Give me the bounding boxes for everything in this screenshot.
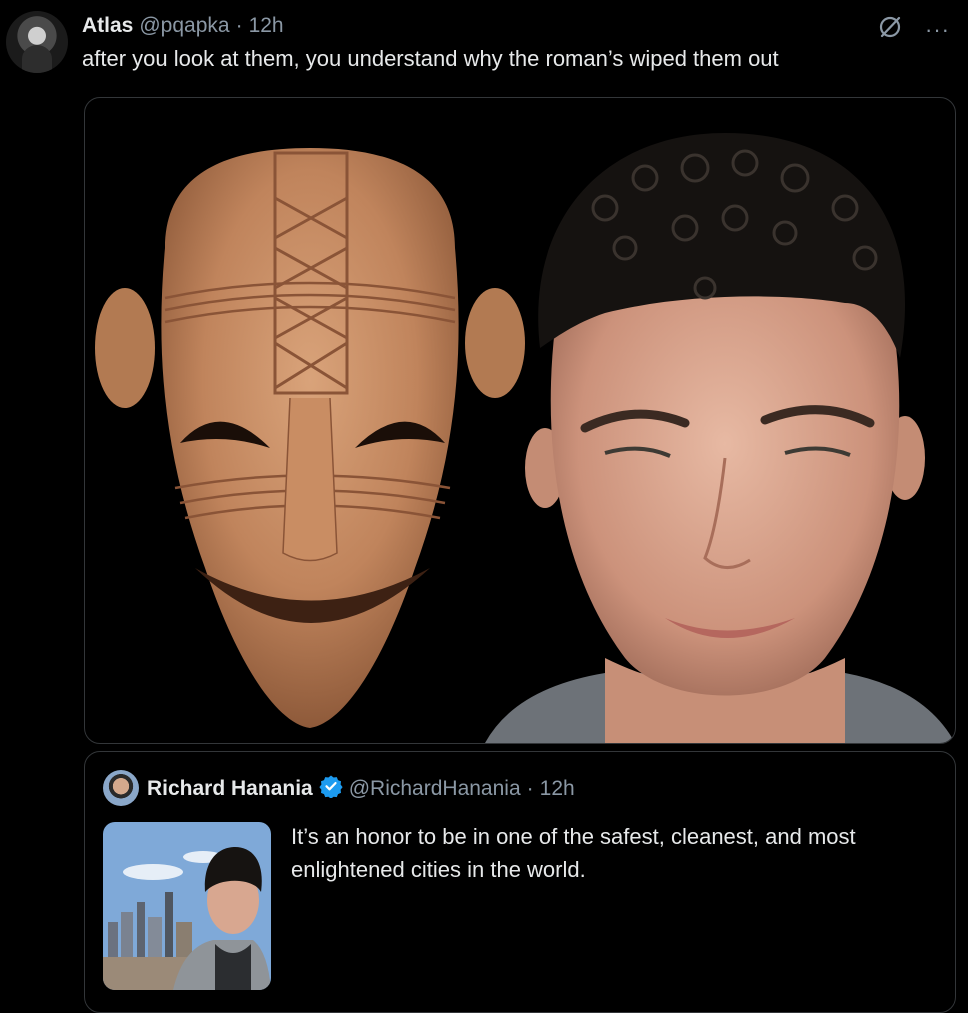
quoted-author-name[interactable]: Richard Hanania bbox=[147, 777, 313, 801]
quoted-author-avatar[interactable] bbox=[103, 770, 139, 806]
portrait-image bbox=[485, 133, 955, 743]
top-actions: ··· bbox=[877, 14, 950, 45]
author-handle[interactable]: @pqapka bbox=[139, 14, 229, 38]
grok-icon[interactable] bbox=[877, 14, 903, 45]
quoted-tweet[interactable]: Richard Hanania @RichardHanania · 12h It… bbox=[84, 751, 956, 1013]
quoted-tweet-text: It’s an honor to be in one of the safest… bbox=[291, 824, 856, 882]
quoted-author-handle[interactable]: @RichardHanania bbox=[349, 777, 521, 801]
quoted-tweet-time[interactable]: 12h bbox=[540, 777, 575, 801]
author-avatar[interactable] bbox=[6, 11, 68, 73]
mask-image bbox=[95, 148, 525, 728]
tweet-media[interactable] bbox=[84, 97, 956, 744]
tweet-time[interactable]: 12h bbox=[249, 14, 284, 38]
quoted-tweet-header: Richard Hanania @RichardHanania · 12h bbox=[147, 774, 575, 804]
header-separator: · bbox=[235, 14, 243, 37]
tweet-header: Atlas @pqapka · 12h bbox=[82, 12, 284, 40]
verified-badge-icon bbox=[319, 774, 343, 804]
author-name[interactable]: Atlas bbox=[82, 14, 133, 38]
more-icon[interactable]: ··· bbox=[925, 18, 950, 41]
quoted-header-separator: · bbox=[526, 777, 534, 800]
quoted-tweet-thumbnail[interactable] bbox=[103, 822, 271, 990]
tweet-text: after you look at them, you understand w… bbox=[82, 46, 779, 71]
